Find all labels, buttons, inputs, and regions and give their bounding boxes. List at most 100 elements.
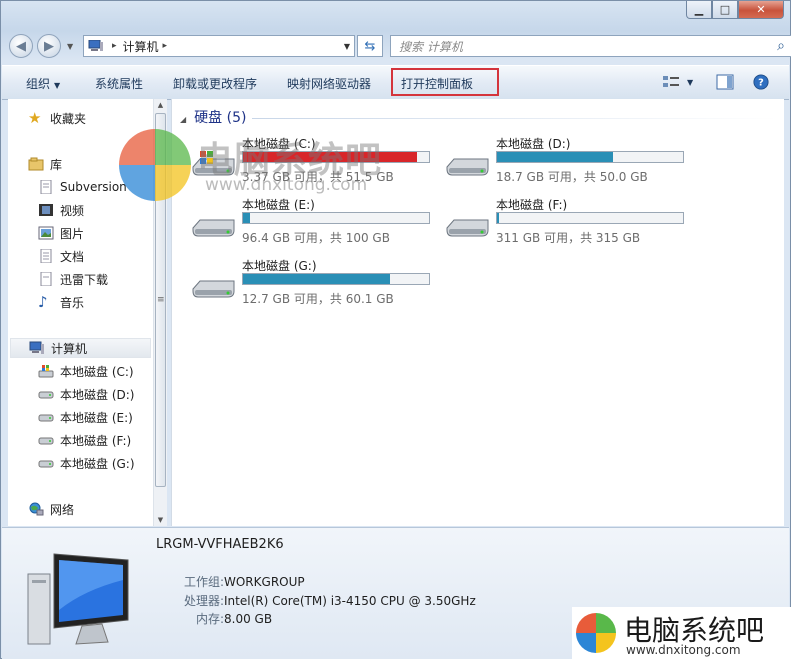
- memory-value: 8.00 GB: [224, 612, 273, 626]
- sidebar-item-favorites[interactable]: ★ 收藏夹: [28, 108, 86, 128]
- drive-icon: [192, 280, 235, 298]
- forward-button[interactable]: ▶: [37, 34, 61, 58]
- maximize-button[interactable]: □: [712, 1, 738, 19]
- drive-icon: [446, 219, 489, 237]
- drive-icon: [38, 414, 54, 422]
- address-dropdown[interactable]: ▼: [344, 42, 350, 51]
- view-options-icon[interactable]: [662, 74, 680, 90]
- sidebar-item-drive-d[interactable]: 本地磁盘 (D:): [38, 384, 134, 404]
- drive-usage-fill: [497, 213, 500, 223]
- caption-buttons: ▁ □ ✕: [686, 1, 784, 19]
- sidebar-item-pictures[interactable]: 图片: [38, 223, 84, 243]
- drive-tile-g[interactable]: 本地磁盘 (G:) 12.7 GB 可用，共 60.1 GB: [190, 257, 440, 313]
- sidebar-item-label: 收藏夹: [50, 111, 87, 126]
- sidebar-item-drive-g[interactable]: 本地磁盘 (G:): [38, 453, 135, 473]
- document-icon: [40, 180, 52, 194]
- organize-button[interactable]: 组织 ▼: [26, 75, 60, 92]
- drive-name: 本地磁盘 (D:): [496, 137, 571, 151]
- memory-label: 内存:: [195, 612, 224, 626]
- drive-usage-fill: [243, 274, 390, 284]
- highlight-box: [391, 68, 499, 96]
- sidebar-item-label: 视频: [60, 203, 85, 218]
- uninstall-program-button[interactable]: 卸载或更改程序: [173, 75, 257, 92]
- group-header-hard-disks[interactable]: ◢ 硬盘 (5): [180, 107, 246, 127]
- drive-space-info: 96.4 GB 可用，共 100 GB: [242, 231, 390, 245]
- sidebar-item-label: Subversion: [60, 180, 127, 194]
- command-bar: 组织 ▼ 系统属性 卸载或更改程序 映射网络驱动器 打开控制面板 ▼ ?: [2, 65, 789, 100]
- video-icon: [39, 204, 53, 216]
- system-properties-button[interactable]: 系统属性: [95, 75, 143, 92]
- help-icon[interactable]: ?: [752, 74, 770, 90]
- star-icon: ★: [28, 109, 42, 127]
- sidebar-item-label: 网络: [50, 502, 75, 517]
- back-button[interactable]: ◀: [9, 34, 33, 58]
- drive-space-info: 18.7 GB 可用，共 50.0 GB: [496, 170, 648, 184]
- computer-icon: [88, 40, 103, 51]
- breadcrumb-computer[interactable]: 计算机: [123, 38, 159, 55]
- sidebar-item-videos[interactable]: 视频: [38, 200, 84, 220]
- documents-icon: [40, 249, 52, 263]
- workgroup-row: 工作组:WORKGROUP: [156, 573, 556, 590]
- address-bar[interactable]: ▸ 计算机 ▸ ▼: [83, 35, 355, 57]
- workgroup-value: WORKGROUP: [224, 575, 305, 589]
- scroll-down-icon[interactable]: ▼: [154, 516, 167, 524]
- sidebar-item-label: 计算机: [51, 341, 88, 356]
- recent-pages-dropdown[interactable]: ▼: [67, 42, 73, 51]
- sidebar-item-xunlei-downloads[interactable]: 迅雷下载: [38, 269, 108, 289]
- drive-name: 本地磁盘 (F:): [496, 198, 568, 212]
- sidebar-item-label: 本地磁盘 (G:): [60, 456, 135, 471]
- drive-icon: [38, 437, 54, 445]
- scroll-up-icon[interactable]: ▲: [154, 101, 167, 109]
- sidebar-item-drive-e[interactable]: 本地磁盘 (E:): [38, 407, 133, 427]
- arrow-left-icon: ◀: [16, 38, 26, 54]
- drive-tile-e[interactable]: 本地磁盘 (E:) 96.4 GB 可用，共 100 GB: [190, 196, 440, 252]
- map-network-drive-button[interactable]: 映射网络驱动器: [287, 75, 371, 92]
- sidebar-item-music[interactable]: ♪ 音乐: [38, 292, 84, 312]
- minimize-button[interactable]: ▁: [686, 1, 712, 19]
- drive-usage-bar: [496, 151, 684, 163]
- breadcrumb-separator[interactable]: ▸: [163, 41, 168, 51]
- drive-tile-f[interactable]: 本地磁盘 (F:) 311 GB 可用，共 315 GB: [444, 196, 694, 252]
- chevron-down-icon: ▼: [54, 81, 61, 90]
- collapse-triangle-icon[interactable]: ◢: [180, 115, 186, 124]
- group-title: 硬盘 (5): [194, 110, 247, 126]
- corner-watermark: 电脑系统吧 www.dnxitong.com: [572, 607, 791, 659]
- network-icon: [29, 502, 44, 516]
- computer-name: LRGM-VVFHAEB2K6: [156, 537, 284, 552]
- sidebar-item-label: 迅雷下载: [60, 272, 109, 287]
- organize-label: 组织: [26, 77, 51, 91]
- sidebar-item-network[interactable]: 网络: [28, 499, 74, 519]
- computer-large-icon: [27, 553, 129, 645]
- drive-name: 本地磁盘 (E:): [242, 198, 315, 212]
- search-box[interactable]: 搜索 计算机 ⌕: [390, 35, 791, 57]
- search-icon[interactable]: ⌕: [777, 38, 785, 54]
- processor-value: Intel(R) Core(TM) i3-4150 CPU @ 3.50GHz: [224, 594, 476, 608]
- drive-usage-bar: [496, 212, 684, 224]
- drive-icon: [192, 219, 235, 237]
- picture-icon: [38, 226, 54, 240]
- sidebar-item-label: 本地磁盘 (C:): [60, 364, 134, 379]
- sidebar-item-subversion[interactable]: Subversion: [38, 177, 127, 197]
- drive-usage-fill: [243, 213, 250, 223]
- watermark-logo-icon: [119, 129, 191, 201]
- sidebar-item-drive-c[interactable]: 本地磁盘 (C:): [38, 361, 134, 381]
- watermark-url: www.dnxitong.com: [205, 175, 368, 195]
- refresh-button[interactable]: ⇆: [357, 35, 383, 57]
- close-button[interactable]: ✕: [738, 1, 784, 19]
- search-placeholder: 搜索 计算机: [399, 39, 463, 54]
- sidebar-item-documents[interactable]: 文档: [38, 246, 84, 266]
- breadcrumb-separator[interactable]: ▸: [112, 41, 117, 51]
- corner-watermark-url: www.dnxitong.com: [626, 643, 741, 657]
- sidebar-item-drive-f[interactable]: 本地磁盘 (F:): [38, 430, 131, 450]
- sidebar-item-library[interactable]: 库: [28, 154, 62, 174]
- view-dropdown-icon[interactable]: ▼: [687, 78, 693, 87]
- explorer-window: ▁ □ ✕ ◀ ▶ ▼ ▸ 计算机 ▸ ▼ ⇆ 搜索 计算机 ⌕ 组织 ▼ 系统属…: [0, 0, 791, 659]
- sidebar-item-label: 库: [50, 157, 63, 172]
- system-drive-icon: [38, 365, 54, 378]
- drive-tile-d[interactable]: 本地磁盘 (D:) 18.7 GB 可用，共 50.0 GB: [444, 135, 694, 191]
- preview-pane-icon[interactable]: [716, 74, 734, 90]
- music-icon: ♪: [38, 293, 48, 311]
- workgroup-label: 工作组:: [183, 575, 224, 589]
- sidebar-item-computer[interactable]: 计算机: [10, 338, 151, 358]
- refresh-icon: ⇆: [364, 38, 376, 54]
